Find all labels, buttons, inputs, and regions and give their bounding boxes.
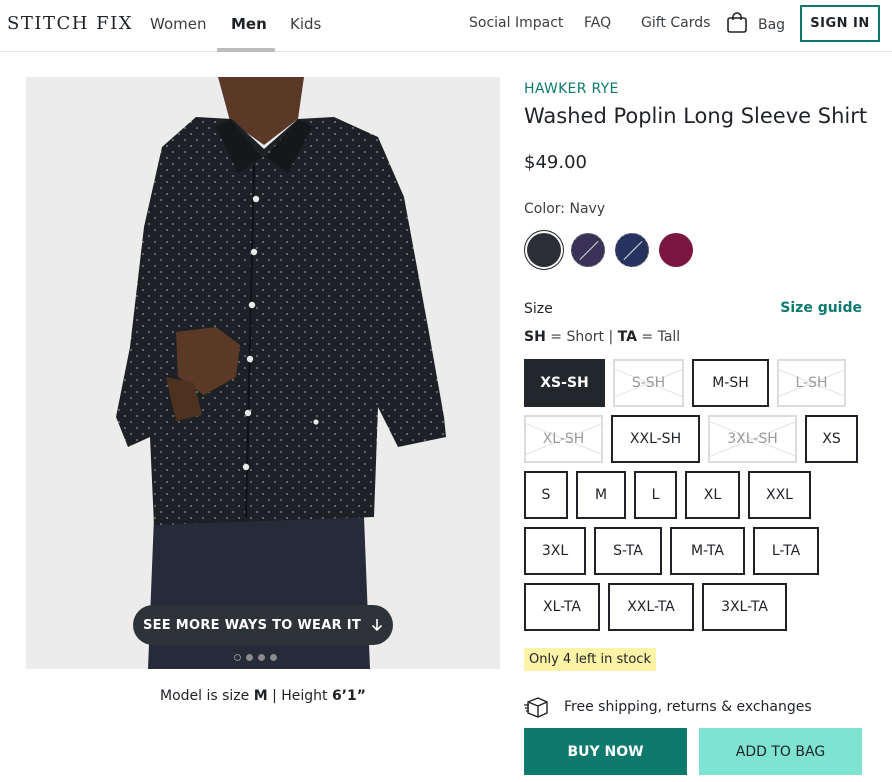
size-guide-link[interactable]: Size guide xyxy=(762,300,862,316)
legend-sh-text: = Short | xyxy=(545,329,618,345)
nav-men[interactable]: Men xyxy=(231,15,267,33)
model-info: Model is size M | Height 6’1” xyxy=(26,688,500,704)
nav-active-indicator xyxy=(217,48,275,52)
add-to-bag-button[interactable]: ADD TO BAG xyxy=(699,728,862,775)
size-option-label: S xyxy=(541,487,551,503)
gift-cards-link[interactable]: Gift Cards xyxy=(641,15,710,31)
size-option-label: L xyxy=(651,487,660,503)
legend-ta: TA xyxy=(617,329,637,345)
arrow-down-icon xyxy=(371,619,383,632)
social-impact-link[interactable]: Social Impact xyxy=(469,15,563,31)
size-option-label: XXL xyxy=(766,487,793,503)
site-header: STITCH FIX Women Men Kids Social Impact … xyxy=(0,0,892,52)
color-swatch-blue[interactable] xyxy=(615,233,649,267)
size-option-l-sh[interactable]: L-SH xyxy=(777,359,846,407)
size-option-s-sh[interactable]: S-SH xyxy=(613,359,684,407)
color-value: Navy xyxy=(569,201,606,217)
size-option-xs-sh[interactable]: XS-SH xyxy=(524,359,605,407)
size-option-xs[interactable]: XS xyxy=(805,415,858,463)
carousel-dots xyxy=(234,654,277,661)
see-more-label: SEE MORE WAYS TO WEAR IT xyxy=(142,617,362,633)
size-option-s-ta[interactable]: S-TA xyxy=(594,527,662,575)
size-option-label: XXL-SH xyxy=(629,431,682,447)
color-label: Color: Navy xyxy=(524,201,605,217)
size-option-label: XS xyxy=(822,431,841,447)
size-option-label: XL xyxy=(703,487,722,503)
size-option-label: S-TA xyxy=(613,543,643,559)
size-option-label: XS-SH xyxy=(540,375,589,391)
size-option-label: XXL-TA xyxy=(627,599,675,615)
buy-now-button[interactable]: BUY NOW xyxy=(524,728,687,775)
size-option-label: L-TA xyxy=(771,543,801,559)
shipping-info: Free shipping, returns & exchanges xyxy=(524,696,812,718)
model-size: M xyxy=(253,688,268,704)
size-option-xl[interactable]: XL xyxy=(685,471,740,519)
legend-sh: SH xyxy=(524,329,546,345)
size-option-xxl-ta[interactable]: XXL-TA xyxy=(608,583,694,631)
size-option-3xl-sh[interactable]: 3XL-SH xyxy=(708,415,797,463)
color-label-text: Color: xyxy=(524,201,566,217)
carousel-dot[interactable] xyxy=(258,654,265,661)
carousel-dot[interactable] xyxy=(234,654,241,661)
size-option-label: XL-TA xyxy=(543,599,581,615)
size-option-3xl[interactable]: 3XL xyxy=(524,527,586,575)
size-option-m-sh[interactable]: M-SH xyxy=(692,359,769,407)
size-option-xl-ta[interactable]: XL-TA xyxy=(524,583,600,631)
size-option-label: 3XL-SH xyxy=(727,431,778,447)
sign-in-button[interactable]: SIGN IN xyxy=(800,5,880,42)
color-swatch-burgundy[interactable] xyxy=(659,233,693,267)
bag-icon[interactable] xyxy=(726,12,748,34)
product-brand[interactable]: HAWKER RYE xyxy=(524,81,619,97)
carousel-dot[interactable] xyxy=(270,654,277,661)
color-swatch-purple[interactable] xyxy=(571,233,605,267)
carousel-dot[interactable] xyxy=(246,654,253,661)
product-title: Washed Poplin Long Sleeve Shirt xyxy=(524,104,868,128)
model-text-middle: | Height xyxy=(267,688,332,704)
size-option-s[interactable]: S xyxy=(524,471,568,519)
shipping-text: Free shipping, returns & exchanges xyxy=(564,699,812,715)
size-option-label: M-TA xyxy=(691,543,724,559)
bag-link[interactable]: Bag xyxy=(758,17,785,33)
size-option-label: 3XL-TA xyxy=(721,599,768,615)
size-option-label: M xyxy=(594,487,608,503)
size-legend: SH = Short | TA = Tall xyxy=(524,329,680,345)
size-option-xxl-sh[interactable]: XXL-SH xyxy=(611,415,700,463)
size-option-xl-sh[interactable]: XL-SH xyxy=(524,415,603,463)
size-option-label: S-SH xyxy=(631,375,666,391)
size-option-m-ta[interactable]: M-TA xyxy=(670,527,745,575)
size-option-3xl-ta[interactable]: 3XL-TA xyxy=(702,583,787,631)
size-option-label: M-SH xyxy=(712,375,749,391)
product-image[interactable]: SEE MORE WAYS TO WEAR IT xyxy=(26,77,500,669)
model-photo xyxy=(26,77,500,669)
see-more-ways-button[interactable]: SEE MORE WAYS TO WEAR IT xyxy=(133,605,393,645)
legend-ta-text: = Tall xyxy=(636,329,681,345)
model-height: 6’1” xyxy=(332,688,367,704)
faq-link[interactable]: FAQ xyxy=(584,15,611,31)
nav-kids[interactable]: Kids xyxy=(290,15,321,33)
size-option-label: L-SH xyxy=(795,375,828,391)
model-text-prefix: Model is size xyxy=(159,688,254,704)
color-swatch-navy[interactable] xyxy=(527,233,561,267)
nav-women[interactable]: Women xyxy=(150,15,206,33)
size-label: Size xyxy=(524,301,553,317)
stitch-fix-logo[interactable]: STITCH FIX xyxy=(7,13,133,34)
box-icon xyxy=(524,697,548,718)
size-option-label: 3XL xyxy=(541,543,569,559)
low-stock-badge: Only 4 left in stock xyxy=(524,648,656,671)
size-option-l-ta[interactable]: L-TA xyxy=(753,527,819,575)
size-option-m[interactable]: M xyxy=(576,471,626,519)
size-option-l[interactable]: L xyxy=(634,471,677,519)
size-option-label: XL-SH xyxy=(542,431,585,447)
product-price: $49.00 xyxy=(524,152,587,173)
size-option-xxl[interactable]: XXL xyxy=(748,471,811,519)
